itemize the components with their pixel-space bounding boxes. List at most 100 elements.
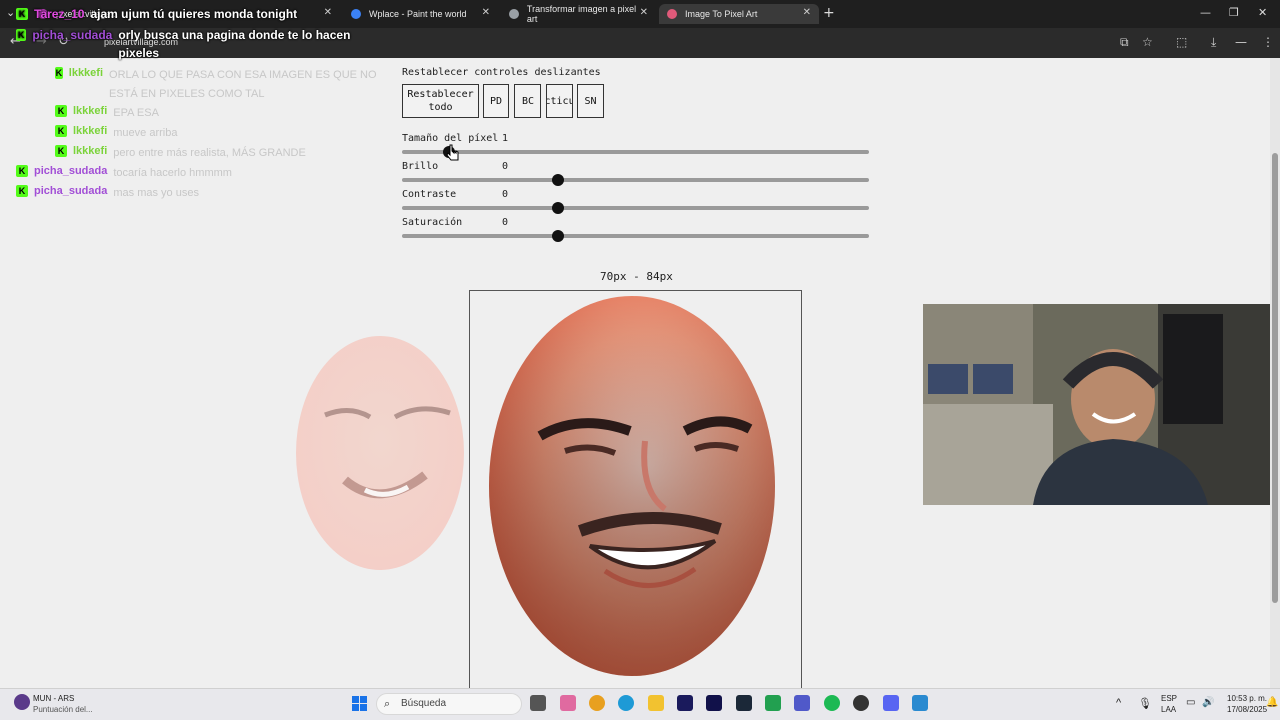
taskbar-search-box[interactable] <box>376 693 522 715</box>
widget-title[interactable]: MUN - ARS <box>33 694 74 703</box>
close-window-icon[interactable]: ✕ <box>1258 6 1267 19</box>
audition-icon[interactable] <box>706 695 722 711</box>
pixel-size-slider[interactable] <box>402 146 869 158</box>
discord-icon[interactable] <box>883 695 899 711</box>
chat-message: mueve arriba <box>113 127 178 139</box>
clock-time[interactable]: 10:53 p. m. <box>1227 694 1267 703</box>
minimize-icon[interactable]: — <box>1200 6 1211 19</box>
taskbar <box>0 688 1280 720</box>
translate-icon[interactable]: ⧉ <box>1120 35 1129 50</box>
weather-widget-icon[interactable] <box>14 694 30 710</box>
teams-icon[interactable] <box>794 695 810 711</box>
chat-username: lkkkefi <box>73 105 108 117</box>
kick-icon: K <box>55 105 67 117</box>
chat-top-message-2: K picha_sudada orly busca una pagina don… <box>16 28 356 62</box>
slider-thumb[interactable] <box>552 202 565 214</box>
pixel-art-preview[interactable] <box>469 290 802 690</box>
contrast-label: Contraste <box>402 189 457 200</box>
chat-message: EPA ESA <box>113 107 159 119</box>
close-tab-icon[interactable]: ✕ <box>482 7 490 18</box>
chat-line: K lkkkefi ORLA LO QUE PASA CON ESA IMAGE… <box>55 66 385 104</box>
kick-icon: K <box>16 165 28 177</box>
webcam-overlay <box>923 304 1280 505</box>
webcam-feed-image <box>923 304 1280 505</box>
edge-icon[interactable] <box>618 695 634 711</box>
menu-icon[interactable]: ⋮ <box>1262 35 1274 49</box>
chat-username: lkkkefi <box>68 67 104 79</box>
ghost-preview-image <box>296 336 464 570</box>
file-explorer-icon[interactable] <box>648 695 664 711</box>
microphone-icon[interactable]: 🎙 <box>1138 697 1152 710</box>
contrast-slider[interactable] <box>402 202 869 214</box>
bc-button[interactable]: BC <box>514 84 541 118</box>
brightness-value: 0 <box>502 161 509 172</box>
chat-username: picha_sudada <box>34 165 108 177</box>
pixel-size-label: Tamaño del píxel <box>402 133 499 144</box>
scroll-thumb[interactable] <box>1272 153 1278 603</box>
chat-message: ajam ujum tú quieres monda tonight <box>90 7 298 21</box>
obs-icon[interactable] <box>853 695 869 711</box>
bookmark-star-icon[interactable]: ☆ <box>1142 35 1153 49</box>
saturation-slider[interactable] <box>402 230 869 242</box>
close-tab-icon[interactable]: ✕ <box>324 7 332 18</box>
extensions-icon[interactable]: ⬚ <box>1176 35 1187 49</box>
chat-username: picha_sudada <box>32 28 113 42</box>
chat-line: K picha_sudada mas mas yo uses <box>16 184 199 203</box>
show-hidden-icons-icon[interactable]: ^ <box>1116 697 1121 709</box>
chrome-icon[interactable] <box>589 695 605 711</box>
windows-start-icon[interactable] <box>352 696 368 712</box>
language-line1[interactable]: ESP <box>1161 694 1177 703</box>
photos-icon[interactable] <box>912 695 928 711</box>
preview-dimensions: 70px - 84px <box>600 270 673 283</box>
kick-icon: K <box>55 125 67 137</box>
tab-label: Wplace - Paint the world <box>369 9 467 19</box>
chat-line: K lkkkefi EPA ESA <box>55 104 159 123</box>
premiere-icon[interactable] <box>677 695 693 711</box>
tab-list-icon[interactable]: ⌄ <box>6 6 15 19</box>
chat-username: lkkkefi <box>73 145 108 157</box>
close-tab-icon[interactable]: ✕ <box>640 7 648 18</box>
network-icon[interactable]: ▭ <box>1186 697 1195 708</box>
connecticut-button[interactable]: Connecticut <box>546 84 573 118</box>
kick-icon: K <box>16 185 28 197</box>
reset-all-button[interactable]: Restablecer todo <box>402 84 479 118</box>
download-icon[interactable]: ⤓ <box>1211 35 1216 50</box>
notifications-icon[interactable]: 🔔 <box>1266 697 1278 708</box>
restore-icon[interactable]: ❐ <box>1229 6 1239 19</box>
tab-transformar[interactable]: Transformar imagen a pixel art ✕ <box>501 4 656 24</box>
volume-icon[interactable]: 🔊 <box>1202 697 1214 708</box>
search-placeholder[interactable]: Búsqueda <box>401 698 446 709</box>
slider-thumb[interactable] <box>552 174 565 186</box>
heart-icon <box>667 9 677 19</box>
new-tab-icon[interactable]: + <box>823 5 835 21</box>
tab-label: Image To Pixel Art <box>685 9 758 19</box>
chat-message: tocaría hacerlo hmmmm <box>113 167 232 179</box>
steam-icon[interactable] <box>736 695 752 711</box>
spotify-icon[interactable] <box>824 695 840 711</box>
connecticut-label: Connecticut <box>546 95 572 107</box>
task-view-icon[interactable] <box>530 695 546 711</box>
saturation-value: 0 <box>502 217 509 228</box>
tab-image-to-pixel-art[interactable]: Image To Pixel Art ✕ <box>659 4 819 24</box>
pd-button[interactable]: PD <box>483 84 509 118</box>
reset-sliders-title[interactable]: Restablecer controles deslizantes <box>402 67 601 78</box>
minimize-bar-icon[interactable]: — <box>1235 35 1247 49</box>
brightness-slider[interactable] <box>402 174 869 186</box>
chat-top-message-1: K Tarez_10 ajam ujum tú quieres monda to… <box>16 7 297 21</box>
chat-message: orly busca una pagina donde te lo hacen … <box>118 28 351 60</box>
slider-thumb[interactable] <box>552 230 565 242</box>
hand-cursor-icon <box>446 144 459 161</box>
sn-button[interactable]: SN <box>577 84 604 118</box>
green-app-icon[interactable] <box>765 695 781 711</box>
kick-icon: K <box>16 29 27 41</box>
chat-line: K picha_sudada tocaría hacerlo hmmmm <box>16 164 232 183</box>
pixel-size-value: 1 <box>502 133 509 144</box>
kick-icon: K <box>16 8 28 20</box>
kick-icon: K <box>55 145 67 157</box>
copilot-icon[interactable] <box>560 695 576 711</box>
tab-wplace[interactable]: Wplace - Paint the world ✕ <box>343 4 498 24</box>
chat-username: picha_sudada <box>34 185 108 197</box>
chat-message: mas mas yo uses <box>113 187 199 199</box>
close-tab-icon[interactable]: ✕ <box>803 7 811 18</box>
page-scrollbar[interactable] <box>1270 58 1280 688</box>
